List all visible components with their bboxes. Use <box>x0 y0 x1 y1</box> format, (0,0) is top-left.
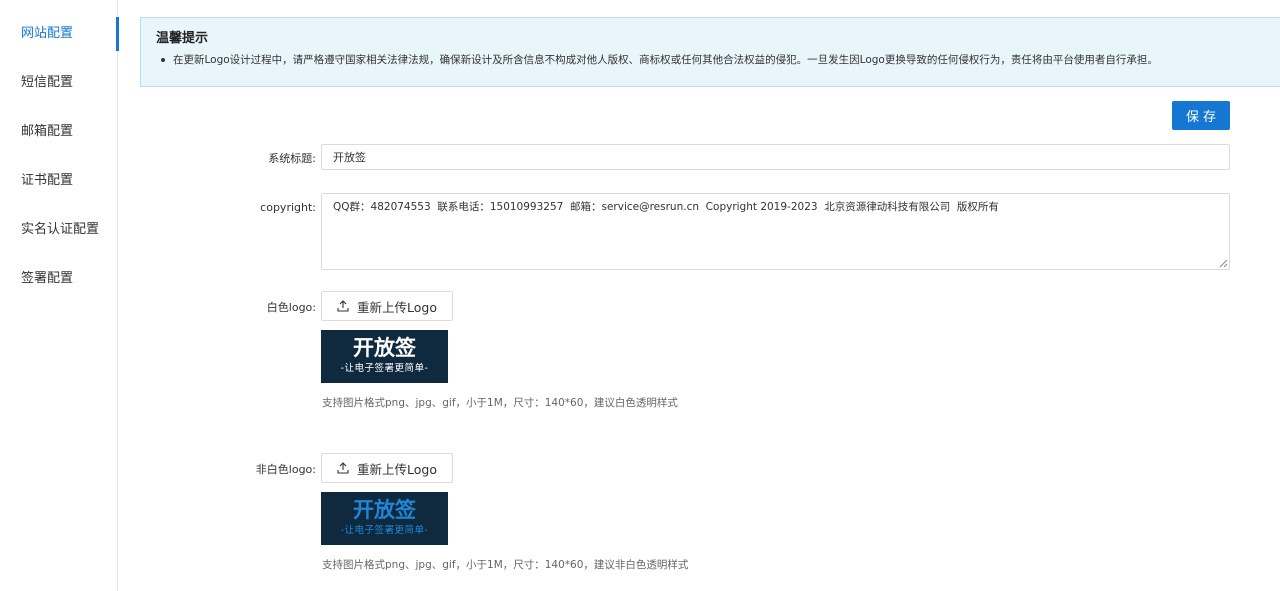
alert-text: 在更新Logo设计过程中，请严格遵守国家相关法律法规，确保新设计及所含信息不构成… <box>173 54 1158 66</box>
upload-color-logo-label: 重新上传Logo <box>357 461 437 477</box>
system-title-label: 系统标题: <box>268 152 316 165</box>
sidebar: 网站配置 短信配置 邮箱配置 证书配置 实名认证配置 签署配置 <box>0 0 119 591</box>
sidebar-item-signing-config[interactable]: 签署配置 <box>0 262 118 296</box>
resize-handle-icon[interactable] <box>1218 258 1228 268</box>
bullet-icon <box>161 58 165 62</box>
sidebar-item-sms-config[interactable]: 短信配置 <box>0 66 118 100</box>
sidebar-item-website-config[interactable]: 网站配置 <box>0 17 119 51</box>
color-logo-sub-text: -让电子签署更简单- <box>340 525 429 536</box>
white-logo-main-text: 开放签 <box>353 336 416 360</box>
upload-icon <box>337 462 349 474</box>
system-title-input[interactable] <box>321 144 1230 170</box>
copyright-label: copyright: <box>260 201 316 214</box>
sidebar-item-realname-config[interactable]: 实名认证配置 <box>0 213 118 247</box>
sidebar-item-certificate-config[interactable]: 证书配置 <box>0 164 118 198</box>
copyright-textarea[interactable]: QQ群：482074553 联系电话：15010993257 邮箱：servic… <box>321 193 1230 270</box>
color-logo-preview: 开放签 -让电子签署更简单- <box>321 492 448 545</box>
sidebar-item-email-config[interactable]: 邮箱配置 <box>0 115 118 149</box>
upload-white-logo-button[interactable]: 重新上传Logo <box>321 291 453 321</box>
upload-color-logo-button[interactable]: 重新上传Logo <box>321 453 453 483</box>
upload-white-logo-label: 重新上传Logo <box>357 299 437 315</box>
color-logo-label: 非白色logo: <box>255 463 316 476</box>
white-logo-hint: 支持图片格式png、jpg、gif，小于1M，尺寸：140*60，建议白色透明样… <box>322 397 678 409</box>
white-logo-sub-text: -让电子签署更简单- <box>340 363 429 374</box>
save-button[interactable]: 保存 <box>1172 101 1230 130</box>
color-logo-main-text: 开放签 <box>353 498 416 522</box>
color-logo-hint: 支持图片格式png、jpg、gif，小于1M，尺寸：140*60，建议非白色透明… <box>322 559 689 571</box>
alert-title: 温馨提示 <box>156 31 209 46</box>
settings-page: 网站配置 短信配置 邮箱配置 证书配置 实名认证配置 签署配置 温馨提示 在更新… <box>0 0 1280 591</box>
upload-icon <box>337 300 349 312</box>
tip-alert: 温馨提示 在更新Logo设计过程中，请严格遵守国家相关法律法规，确保新设计及所含… <box>140 17 1280 87</box>
white-logo-label: 白色logo: <box>266 301 316 314</box>
white-logo-preview: 开放签 -让电子签署更简单- <box>321 330 448 383</box>
